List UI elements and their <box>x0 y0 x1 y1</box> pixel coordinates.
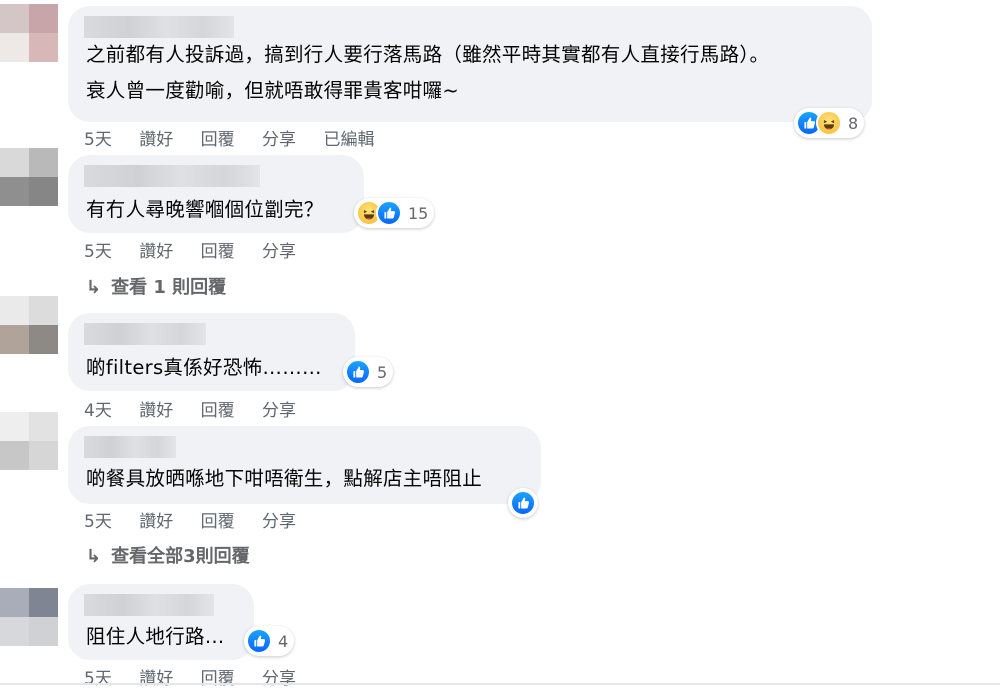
view-replies-label: 查看 1 則回覆 <box>111 277 227 298</box>
like-button[interactable]: 讚好 <box>139 512 173 532</box>
like-icon <box>376 200 402 226</box>
reaction-summary[interactable]: 15 <box>354 198 435 228</box>
reaction-count: 4 <box>278 631 289 651</box>
comment-text: 啲餐具放晒喺地下咁唔衛生，點解店主唔阻止 <box>86 467 483 490</box>
like-button[interactable]: 讚好 <box>139 401 173 421</box>
commenter-name[interactable] <box>84 165 260 187</box>
reply-arrow-icon: ↳ <box>86 277 102 298</box>
reaction-summary[interactable] <box>508 488 538 518</box>
view-replies-link[interactable]: ↳ 查看全部3則回覆 <box>86 542 250 568</box>
reaction-summary[interactable]: 5 <box>343 357 394 387</box>
avatar[interactable] <box>0 296 58 354</box>
comment-bubble: 阻住人地行路… <box>68 584 254 660</box>
like-button[interactable]: 讚好 <box>139 242 173 262</box>
comment-bubble: 之前都有人投訴過，搞到行人要行落馬路（雖然平時其實都有人直接行馬路）。 衰人曾一… <box>68 6 872 122</box>
reply-button[interactable]: 回覆 <box>201 130 235 150</box>
timestamp[interactable]: 5天 <box>84 242 112 262</box>
avatar[interactable] <box>0 4 58 62</box>
commenter-name[interactable] <box>84 323 206 345</box>
share-button[interactable]: 分享 <box>262 512 296 532</box>
like-icon <box>246 628 272 654</box>
comment-text: 阻住人地行路… <box>86 625 225 648</box>
comment-bubble: 有冇人尋晚響嗰個位劏完？ <box>68 155 364 233</box>
timestamp[interactable]: 5天 <box>84 669 112 689</box>
reply-arrow-icon: ↳ <box>86 546 102 567</box>
reply-button[interactable]: 回覆 <box>201 669 235 689</box>
timestamp[interactable]: 4天 <box>84 401 112 421</box>
like-icon <box>345 359 371 385</box>
comment-bubble: 啲餐具放晒喺地下咁唔衛生，點解店主唔阻止 <box>68 426 541 504</box>
comment-actions: 5天 讚好 回覆 分享 <box>84 237 318 262</box>
comment-actions: 5天 讚好 回覆 分享 已編輯 <box>84 125 396 150</box>
share-button[interactable]: 分享 <box>262 242 296 262</box>
comment-text: 衰人曾一度勸喻，但就唔敢得罪貴客咁囉~ <box>86 79 460 102</box>
commenter-name[interactable] <box>84 436 176 458</box>
avatar[interactable] <box>0 588 58 646</box>
view-replies-label: 查看全部3則回覆 <box>111 546 250 567</box>
avatar[interactable] <box>0 412 58 470</box>
comment-bubble: 啲filters真係好恐怖……… <box>68 313 355 391</box>
haha-icon <box>816 110 842 136</box>
comment-actions: 5天 讚好 回覆 分享 <box>84 507 318 532</box>
reply-button[interactable]: 回覆 <box>201 242 235 262</box>
like-button[interactable]: 讚好 <box>139 130 173 150</box>
comment-actions: 5天 讚好 回覆 分享 <box>84 664 318 689</box>
comment-actions: 4天 讚好 回覆 分享 <box>84 396 318 421</box>
comment-text: 有冇人尋晚響嗰個位劏完？ <box>86 198 324 221</box>
reaction-summary[interactable]: 4 <box>244 626 295 656</box>
view-replies-link[interactable]: ↳ 查看 1 則回覆 <box>86 273 226 299</box>
share-button[interactable]: 分享 <box>262 669 296 689</box>
share-button[interactable]: 分享 <box>262 401 296 421</box>
avatar[interactable] <box>0 148 58 206</box>
comment-text: 之前都有人投訴過，搞到行人要行落馬路（雖然平時其實都有人直接行馬路）。 <box>86 43 770 66</box>
reaction-count: 15 <box>408 203 429 223</box>
timestamp[interactable]: 5天 <box>84 130 112 150</box>
comment-text: 啲filters真係好恐怖……… <box>86 356 322 379</box>
edited-label[interactable]: 已編輯 <box>323 130 374 150</box>
reaction-count: 5 <box>377 362 388 382</box>
like-button[interactable]: 讚好 <box>139 669 173 689</box>
commenter-name[interactable] <box>84 16 234 38</box>
commenter-name[interactable] <box>84 594 214 616</box>
share-button[interactable]: 分享 <box>262 130 296 150</box>
reply-button[interactable]: 回覆 <box>201 401 235 421</box>
reaction-summary[interactable]: 8 <box>794 108 865 138</box>
reply-button[interactable]: 回覆 <box>201 512 235 532</box>
timestamp[interactable]: 5天 <box>84 512 112 532</box>
like-icon <box>510 490 536 516</box>
reaction-count: 8 <box>848 113 859 133</box>
